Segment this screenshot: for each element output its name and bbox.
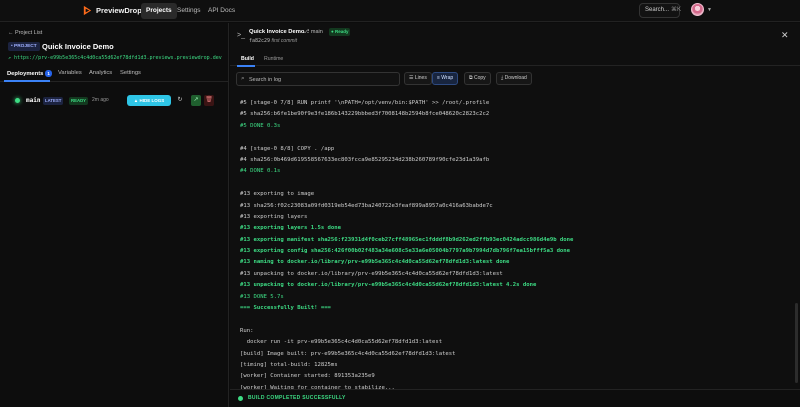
- log-line: Run:: [240, 327, 254, 334]
- log-line: #4 DONE 0.1s: [240, 168, 281, 175]
- tab-variables[interactable]: Variables: [58, 70, 82, 76]
- tab-settings[interactable]: Settings: [120, 70, 141, 76]
- log-line: #13 DONE 5.7s: [240, 293, 284, 300]
- brand-name: PreviewDrop: [96, 6, 142, 15]
- project-panel: ← Project List • PROJECT Quick Invoice D…: [0, 23, 229, 407]
- ready-badge: READY: [69, 97, 89, 105]
- log-line: [build] Image built: prv-e99b5e365c4c4d0…: [240, 350, 456, 357]
- log-line: #13 unpacking to docker.io/library/prv-e…: [240, 282, 537, 289]
- lines-toggle-button[interactable]: ☰ Lines: [404, 72, 432, 85]
- log-panel-branch: ⎇ main: [303, 29, 323, 35]
- log-line: [worker] Container started: 891353a235e9: [240, 373, 375, 380]
- terminal-icon: >_: [237, 32, 245, 39]
- commit-hash: fa82c29: [249, 38, 271, 44]
- latest-badge: LATEST: [43, 97, 64, 105]
- commit-info: fa82c29 first commit: [249, 38, 297, 44]
- log-line: #13 exporting config sha256:426f00b02f48…: [240, 248, 571, 255]
- tab-deployments-label: Deployments: [7, 71, 44, 77]
- wrap-toggle-button[interactable]: ≡ Wrap: [432, 72, 459, 85]
- log-line: #5 sha256:b6fe1be90f9e3fe186b143229bbbed…: [240, 111, 490, 118]
- log-search-box[interactable]: ⌕: [236, 72, 400, 86]
- log-line: #13 exporting layers 1.5s done: [240, 225, 342, 232]
- build-status-text: BUILD COMPLETED SUCCESSFULLY: [248, 395, 346, 401]
- chevron-down-icon[interactable]: ▼: [707, 7, 712, 13]
- back-to-project-list-link[interactable]: ← Project List: [8, 30, 42, 36]
- active-log-tab-indicator: [237, 65, 255, 67]
- active-tab-indicator: [4, 80, 50, 82]
- search-icon: ⌕: [241, 75, 245, 82]
- close-icon[interactable]: ✕: [781, 30, 789, 41]
- top-navbar: PreviewDrop Projects Settings API Docs S…: [0, 0, 800, 22]
- log-scrollbar[interactable]: [795, 303, 798, 383]
- log-line: #5 DONE 0.3s: [240, 122, 281, 129]
- log-search-input[interactable]: [249, 74, 397, 85]
- build-status-footer: BUILD COMPLETED SUCCESSFULLY: [230, 389, 800, 407]
- log-line: #4 [stage-0 8/8] COPY . /app: [240, 145, 335, 152]
- refresh-icon[interactable]: ↻: [175, 95, 185, 106]
- open-external-icon[interactable]: ↗: [191, 95, 201, 106]
- log-line: #13 exporting to image: [240, 191, 315, 198]
- tab-analytics[interactable]: Analytics: [89, 70, 112, 76]
- search-shortcut: ⌘K: [671, 7, 682, 13]
- status-dot-icon: [15, 98, 20, 103]
- project-url-link[interactable]: ↗ https://prv-e99b5e365c4c4d0ca55d62ef78…: [8, 55, 222, 61]
- log-line: #4 sha256:0b469d619558567633ec803fcca9e8…: [240, 156, 490, 163]
- nav-tab-settings[interactable]: Settings: [172, 3, 206, 19]
- success-dot-icon: [238, 396, 243, 401]
- search-label: Search...: [645, 7, 670, 13]
- log-line: #13 unpacking to docker.io/library/prv-e…: [240, 270, 503, 277]
- tab-build[interactable]: Build: [241, 56, 254, 62]
- project-tabs: Deployments 1 Variables Analytics Setting…: [0, 68, 229, 82]
- log-line: #5 [stage-0 7/8] RUN printf '\nPATH=/opt…: [240, 100, 490, 106]
- log-line: #13 exporting layers: [240, 213, 308, 220]
- log-line: docker run -it prv-e99b5e365c4c4d0ca55d6…: [240, 339, 443, 346]
- log-line: === Successfully Built! ===: [240, 305, 331, 312]
- log-line: #13 naming to docker.io/library/prv-e99b…: [240, 259, 510, 266]
- log-panel-status-badge: ● Ready: [329, 28, 351, 36]
- deployment-branch: main: [26, 97, 41, 104]
- project-title: Quick Invoice Demo: [42, 42, 114, 51]
- tab-deployments[interactable]: Deployments 1: [7, 70, 52, 77]
- build-log-panel: >_ Quick Invoice Demo ⎇ main ● Ready fa8…: [230, 23, 800, 407]
- log-line: [timing] total-build: 12825ms: [240, 361, 338, 368]
- previewdrop-logo-icon: [83, 5, 92, 16]
- copy-button[interactable]: ⧉ Copy: [464, 72, 491, 85]
- nav-tab-api-docs[interactable]: API Docs: [203, 3, 240, 19]
- trash-icon[interactable]: 🗑: [204, 95, 214, 106]
- search-button[interactable]: Search... ⌘K: [639, 3, 682, 18]
- hide-logs-button[interactable]: ▲ HIDE LOGS: [127, 95, 171, 106]
- tab-runtime[interactable]: Runtime: [264, 56, 283, 62]
- build-log-output: #5 [stage-0 7/8] RUN printf '\nPATH=/opt…: [240, 98, 795, 394]
- deployment-age: 2m ago: [92, 97, 109, 103]
- download-button[interactable]: ⤓ Download: [496, 72, 532, 85]
- log-tabs: Build Runtime: [230, 53, 800, 67]
- log-line: #13 sha256:f02c23083a09fd0319eb54ed73ba2…: [240, 202, 493, 209]
- user-avatar[interactable]: [691, 3, 704, 16]
- deployment-row[interactable]: main LATEST READY 2m ago ▲ HIDE LOGS ↻ ↗…: [0, 93, 229, 111]
- log-panel-title: Quick Invoice Demo: [249, 29, 305, 35]
- deployments-count-badge: 1: [45, 70, 52, 77]
- commit-message: first commit: [271, 38, 298, 44]
- log-line: #13 exporting manifest sha256:f23931d4f0…: [240, 236, 574, 243]
- project-badge: • PROJECT: [8, 42, 40, 51]
